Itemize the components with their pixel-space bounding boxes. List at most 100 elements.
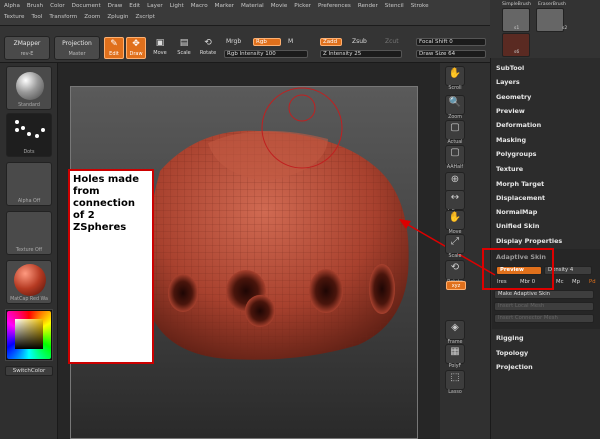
strip-button-polyf[interactable]: ▦ xyxy=(445,344,465,364)
insert-local-label: Insert Local Mesh xyxy=(498,303,545,309)
strip-button-actual[interactable]: ▢ xyxy=(445,120,465,140)
material-thumbnail[interactable]: MatCap Red Wa xyxy=(6,260,52,304)
panel-item-projection[interactable]: Projection xyxy=(496,363,533,371)
rotate-icon: ⟲ xyxy=(204,38,212,48)
menu-item[interactable]: Marker xyxy=(215,3,234,9)
texture-thumbnail[interactable]: Texture Off xyxy=(6,211,52,255)
panel-item-preview[interactable]: Preview xyxy=(496,107,525,115)
switch-color-button[interactable]: SwitchColor xyxy=(5,366,53,376)
menu-item[interactable]: Transform xyxy=(49,14,77,20)
strip-button-zoom[interactable]: 🔍 xyxy=(445,95,465,115)
mp-toggle[interactable]: Mp xyxy=(572,279,580,285)
subtool-caption-3: s1 xyxy=(514,26,520,31)
rotate-button[interactable]: ⟲ Rotate xyxy=(198,37,218,59)
aahalf-icon: ▢ xyxy=(450,147,460,158)
panel-item-display-properties[interactable]: Display Properties xyxy=(496,237,562,245)
menu-item[interactable]: Macro xyxy=(191,3,208,9)
menu-item[interactable]: Brush xyxy=(27,3,43,9)
panel-item-deformation[interactable]: Deformation xyxy=(496,121,541,129)
alpha-thumbnail[interactable]: Alpha Off xyxy=(6,162,52,206)
xyz-toggle[interactable]: xyz xyxy=(446,281,466,290)
make-adaptive-skin-button[interactable]: Make Adaptive Skin xyxy=(494,290,594,299)
panel-item-rigging[interactable]: Rigging xyxy=(496,334,524,342)
menu-item[interactable]: Movie xyxy=(271,3,288,9)
panel-item-unified-skin[interactable]: Unified Skin xyxy=(496,222,539,230)
menu-item[interactable]: Color xyxy=(50,3,65,9)
rotate-label: Rotate xyxy=(199,50,217,56)
zsub-toggle[interactable]: Zsub xyxy=(352,38,367,45)
strip-button-aahalf[interactable]: ▢ xyxy=(445,145,465,165)
menu-item[interactable]: Material xyxy=(241,3,264,9)
menu-item[interactable]: Zoom xyxy=(84,14,100,20)
panel-item-polygroups[interactable]: Polygroups xyxy=(496,150,536,158)
draw-icon: ✥ xyxy=(132,39,140,49)
menu-item[interactable]: Zscript xyxy=(135,14,154,20)
panel-item-masking[interactable]: Masking xyxy=(496,136,526,144)
strip-button-local[interactable]: ⊕ xyxy=(445,172,465,192)
rgb-toggle[interactable]: Rgb xyxy=(253,38,281,46)
edit-button[interactable]: ✎ Edit xyxy=(104,37,124,59)
strip-button-scale[interactable]: ⤢ xyxy=(445,234,465,254)
panel-item-texture[interactable]: Texture xyxy=(496,165,523,173)
strip-button-scroll[interactable]: ✋ xyxy=(445,66,465,86)
menu-item[interactable]: Zplugin xyxy=(107,14,128,20)
color-picker[interactable] xyxy=(5,309,53,361)
strip-button-move[interactable]: ✋ xyxy=(445,210,465,230)
menu-item[interactable]: Stencil xyxy=(385,3,404,9)
hole-5 xyxy=(369,264,395,314)
panel-item-topology[interactable]: Topology xyxy=(496,349,528,357)
menu-item[interactable]: Edit xyxy=(129,3,140,9)
move-button[interactable]: ▣ Move xyxy=(150,37,170,59)
scale-button[interactable]: ▤ Scale xyxy=(174,37,194,59)
zadd-toggle[interactable]: Zadd xyxy=(320,38,342,46)
insert-connector-mesh-button[interactable]: Insert Connector Mesh xyxy=(494,314,594,323)
focal-shift-slider[interactable]: Focal Shift 0 xyxy=(416,38,486,46)
z-intensity-slider[interactable]: Z Intensity 25 xyxy=(320,50,402,58)
lasso-icon: ⬚ xyxy=(450,372,460,383)
panel-item-displacement[interactable]: Displacement xyxy=(496,194,545,202)
brush-thumbnail[interactable]: Standard xyxy=(6,66,52,110)
panel-item-subtool[interactable]: SubTool xyxy=(496,64,524,72)
menu-item[interactable]: Render xyxy=(358,3,378,9)
z-intensity-label: Z Intensity 25 xyxy=(323,51,362,57)
menu-item[interactable]: Preferences xyxy=(318,3,351,9)
projection-master-button[interactable]: Projection Master xyxy=(54,36,100,60)
zmapper-button[interactable]: ZMapper rev-E xyxy=(4,36,50,60)
pd-toggle[interactable]: Pd xyxy=(589,279,596,285)
menu-item[interactable]: Tool xyxy=(31,14,42,20)
menu-item[interactable]: Document xyxy=(72,3,101,9)
subtool-thumb-2[interactable] xyxy=(536,8,564,32)
menu-item[interactable]: Light xyxy=(170,3,184,9)
m-toggle[interactable]: M xyxy=(288,38,293,45)
menu-item[interactable]: Texture xyxy=(4,14,24,20)
zadd-label: Zadd xyxy=(323,39,338,45)
menu-item[interactable]: Stroke xyxy=(411,3,429,9)
draw-button[interactable]: ✥ Draw xyxy=(126,37,146,59)
mrgb-toggle[interactable]: Mrgb xyxy=(226,38,241,45)
strip-button-frame[interactable]: ◈ xyxy=(445,320,465,340)
rotate-icon: ⟲ xyxy=(450,262,460,273)
alpha-caption: Alpha Off xyxy=(17,199,41,204)
zmapper-sublabel: rev-E xyxy=(20,51,34,57)
strip-button-lasso[interactable]: ⬚ xyxy=(445,370,465,390)
zmapper-label: ZMapper xyxy=(13,40,41,47)
rgb-intensity-slider[interactable]: Rgb Intensity 100 xyxy=(224,50,308,58)
mc-toggle[interactable]: Mc xyxy=(556,279,563,285)
panel-item-morph-target[interactable]: Morph Target xyxy=(496,180,544,188)
menu-item[interactable]: Layer xyxy=(147,3,163,9)
insert-local-mesh-button[interactable]: Insert Local Mesh xyxy=(494,302,594,311)
zoom-icon: 🔍 xyxy=(448,97,462,108)
scale-icon: ⤢ xyxy=(451,236,459,247)
strip-button-rotate[interactable]: ⟲ xyxy=(445,260,465,280)
texture-caption: Texture Off xyxy=(15,248,43,253)
menu-item[interactable]: Picker xyxy=(294,3,311,9)
strip-button-lsym[interactable]: ↔ xyxy=(445,190,465,210)
draw-size-slider[interactable]: Draw Size 64 xyxy=(416,50,486,58)
stroke-thumbnail[interactable]: Dots xyxy=(6,113,52,157)
menu-item[interactable]: Alpha xyxy=(4,3,20,9)
panel-item-layers[interactable]: Layers xyxy=(496,78,520,86)
panel-item-geometry[interactable]: Geometry xyxy=(496,93,531,101)
panel-item-normalmap[interactable]: NormalMap xyxy=(496,208,537,216)
menu-item[interactable]: Draw xyxy=(108,3,123,9)
zcut-toggle[interactable]: Zcut xyxy=(385,38,399,45)
